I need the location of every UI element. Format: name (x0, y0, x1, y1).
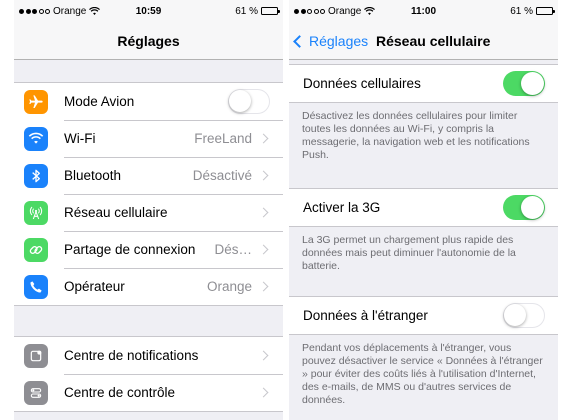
chevron-left-icon (293, 34, 306, 48)
signal-strength-icon (19, 8, 50, 14)
chevron-right-icon (258, 350, 269, 361)
navigation-bar: Réglages Réseau cellulaire (289, 22, 558, 60)
chevron-right-icon (258, 281, 269, 292)
row-notification-center[interactable]: Centre de notifications (14, 337, 283, 374)
row-bluetooth[interactable]: Bluetooth Désactivé (14, 157, 283, 194)
row-label: Centre de notifications (64, 348, 199, 363)
wifi-network-value: FreeLand (194, 131, 252, 146)
settings-group-connectivity: Mode Avion Wi-Fi FreeLand Bluetooth Désa… (14, 82, 283, 306)
wifi-icon (24, 126, 48, 151)
cellular-data-footnote: Désactivez les données cellulaires pour … (302, 110, 530, 161)
data-roaming-toggle[interactable] (503, 303, 545, 328)
enable-3g-group: Activer la 3G (289, 188, 558, 227)
chevron-right-icon (258, 244, 269, 255)
row-label: Partage de connexion (64, 242, 196, 257)
row-label: Données cellulaires (303, 76, 421, 91)
row-label: Mode Avion (64, 94, 135, 109)
hotspot-status-value: Dés… (214, 242, 252, 257)
bluetooth-icon (24, 163, 48, 188)
row-enable-3g[interactable]: Activer la 3G (289, 189, 558, 226)
battery-percent: 61 % (510, 5, 533, 17)
cellular-data-toggle[interactable] (503, 71, 545, 96)
roaming-group: Données à l'étranger (289, 296, 558, 335)
settings-screen: Orange 10:59 61 % Réglages Mode Avion Wi… (14, 0, 283, 420)
battery-icon (536, 7, 555, 15)
battery-percent: 61 % (235, 5, 258, 17)
row-wifi[interactable]: Wi-Fi FreeLand (14, 120, 283, 157)
carrier-name: Orange (53, 5, 87, 17)
row-label: Bluetooth (64, 168, 122, 183)
antenna-icon (24, 200, 48, 225)
cellular-data-group: Données cellulaires (289, 64, 558, 103)
row-personal-hotspot[interactable]: Partage de connexion Dés… (14, 231, 283, 268)
row-label: Wi-Fi (64, 131, 96, 146)
enable-3g-toggle[interactable] (503, 195, 545, 220)
cellular-screen: Orange 11:00 61 % Réglages Réseau cellul… (289, 0, 558, 420)
row-airplane-mode[interactable]: Mode Avion (14, 83, 283, 120)
settings-group-centers: Centre de notifications Centre de contrô… (14, 336, 283, 412)
chevron-right-icon (258, 207, 269, 218)
row-cellular-data[interactable]: Données cellulaires (289, 65, 558, 102)
airplane-mode-toggle[interactable] (228, 89, 270, 114)
row-label: Opérateur (64, 279, 125, 294)
signal-strength-icon (294, 8, 325, 14)
carrier-name: Orange (328, 5, 362, 17)
battery-icon (261, 7, 280, 15)
status-bar: Orange 11:00 61 % (289, 0, 558, 22)
back-button[interactable]: Réglages (293, 22, 369, 60)
airplane-icon (24, 89, 48, 114)
wifi-status-icon (89, 6, 101, 15)
row-label: Activer la 3G (303, 200, 381, 215)
chain-link-icon (24, 237, 48, 262)
carrier-value: Orange (206, 279, 252, 294)
page-title: Réglages (117, 32, 180, 49)
navigation-bar: Réglages (14, 22, 283, 60)
wifi-status-icon (364, 6, 376, 15)
notifications-icon (24, 343, 48, 368)
chevron-right-icon (258, 133, 269, 144)
row-data-roaming[interactable]: Données à l'étranger (289, 297, 558, 334)
chevron-right-icon (258, 170, 269, 181)
control-center-icon (24, 380, 48, 405)
roaming-footnote: Pendant vos déplacements à l'étranger, v… (302, 342, 543, 406)
row-control-center[interactable]: Centre de contrôle (14, 374, 283, 411)
bluetooth-status-value: Désactivé (192, 168, 252, 183)
page-title: Réseau cellulaire (376, 32, 491, 49)
status-bar: Orange 10:59 61 % (14, 0, 283, 22)
chevron-right-icon (258, 387, 269, 398)
row-cellular[interactable]: Réseau cellulaire (14, 194, 283, 231)
3g-footnote: La 3G permet un chargement plus rapide d… (302, 234, 516, 272)
row-label: Réseau cellulaire (64, 205, 168, 220)
row-label: Centre de contrôle (64, 385, 176, 400)
row-carrier[interactable]: Opérateur Orange (14, 268, 283, 305)
phone-icon (24, 274, 48, 299)
row-label: Données à l'étranger (303, 308, 428, 323)
back-label: Réglages (309, 33, 369, 49)
